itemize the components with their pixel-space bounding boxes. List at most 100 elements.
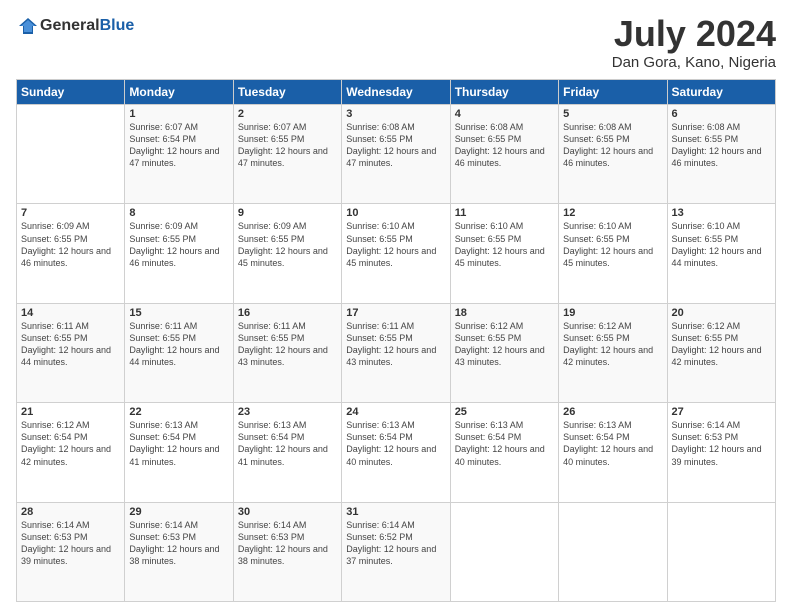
calendar-cell: 11Sunrise: 6:10 AMSunset: 6:55 PMDayligh… — [450, 204, 558, 303]
calendar-cell: 28Sunrise: 6:14 AMSunset: 6:53 PMDayligh… — [17, 502, 125, 601]
day-number: 10 — [346, 207, 445, 219]
day-number: 8 — [129, 207, 228, 219]
day-info: Sunrise: 6:10 AMSunset: 6:55 PMDaylight:… — [455, 220, 554, 269]
col-tuesday: Tuesday — [233, 80, 341, 105]
day-info: Sunrise: 6:08 AMSunset: 6:55 PMDaylight:… — [672, 121, 771, 170]
calendar-cell: 21Sunrise: 6:12 AMSunset: 6:54 PMDayligh… — [17, 403, 125, 502]
day-number: 30 — [238, 506, 337, 518]
day-number: 18 — [455, 307, 554, 319]
calendar-cell: 3Sunrise: 6:08 AMSunset: 6:55 PMDaylight… — [342, 105, 450, 204]
calendar-week-row-5: 28Sunrise: 6:14 AMSunset: 6:53 PMDayligh… — [17, 502, 776, 601]
day-info: Sunrise: 6:12 AMSunset: 6:55 PMDaylight:… — [455, 320, 554, 369]
calendar-header-row: Sunday Monday Tuesday Wednesday Thursday… — [17, 80, 776, 105]
day-number: 7 — [21, 207, 120, 219]
calendar-week-row-2: 7Sunrise: 6:09 AMSunset: 6:55 PMDaylight… — [17, 204, 776, 303]
day-info: Sunrise: 6:13 AMSunset: 6:54 PMDaylight:… — [563, 419, 662, 468]
day-info: Sunrise: 6:11 AMSunset: 6:55 PMDaylight:… — [238, 320, 337, 369]
logo-general: General — [40, 17, 100, 34]
location: Dan Gora, Kano, Nigeria — [612, 54, 776, 71]
day-info: Sunrise: 6:09 AMSunset: 6:55 PMDaylight:… — [21, 220, 120, 269]
day-info: Sunrise: 6:11 AMSunset: 6:55 PMDaylight:… — [346, 320, 445, 369]
col-thursday: Thursday — [450, 80, 558, 105]
calendar-cell: 22Sunrise: 6:13 AMSunset: 6:54 PMDayligh… — [125, 403, 233, 502]
calendar-cell: 17Sunrise: 6:11 AMSunset: 6:55 PMDayligh… — [342, 303, 450, 402]
calendar-week-row-1: 1Sunrise: 6:07 AMSunset: 6:54 PMDaylight… — [17, 105, 776, 204]
day-info: Sunrise: 6:14 AMSunset: 6:53 PMDaylight:… — [21, 519, 120, 568]
calendar-week-row-4: 21Sunrise: 6:12 AMSunset: 6:54 PMDayligh… — [17, 403, 776, 502]
day-number: 4 — [455, 108, 554, 120]
calendar-cell: 8Sunrise: 6:09 AMSunset: 6:55 PMDaylight… — [125, 204, 233, 303]
logo-icon — [18, 16, 38, 36]
day-info: Sunrise: 6:07 AMSunset: 6:55 PMDaylight:… — [238, 121, 337, 170]
day-number: 5 — [563, 108, 662, 120]
day-number: 31 — [346, 506, 445, 518]
day-number: 22 — [129, 406, 228, 418]
day-info: Sunrise: 6:10 AMSunset: 6:55 PMDaylight:… — [672, 220, 771, 269]
day-number: 25 — [455, 406, 554, 418]
calendar-cell: 24Sunrise: 6:13 AMSunset: 6:54 PMDayligh… — [342, 403, 450, 502]
logo-blue: Blue — [100, 17, 135, 34]
day-info: Sunrise: 6:14 AMSunset: 6:53 PMDaylight:… — [238, 519, 337, 568]
calendar-cell: 14Sunrise: 6:11 AMSunset: 6:55 PMDayligh… — [17, 303, 125, 402]
day-info: Sunrise: 6:13 AMSunset: 6:54 PMDaylight:… — [455, 419, 554, 468]
calendar-cell: 25Sunrise: 6:13 AMSunset: 6:54 PMDayligh… — [450, 403, 558, 502]
day-number: 9 — [238, 207, 337, 219]
day-number: 29 — [129, 506, 228, 518]
calendar-cell: 7Sunrise: 6:09 AMSunset: 6:55 PMDaylight… — [17, 204, 125, 303]
calendar-cell: 16Sunrise: 6:11 AMSunset: 6:55 PMDayligh… — [233, 303, 341, 402]
day-number: 12 — [563, 207, 662, 219]
calendar-cell: 12Sunrise: 6:10 AMSunset: 6:55 PMDayligh… — [559, 204, 667, 303]
day-number: 3 — [346, 108, 445, 120]
day-number: 19 — [563, 307, 662, 319]
col-monday: Monday — [125, 80, 233, 105]
day-info: Sunrise: 6:13 AMSunset: 6:54 PMDaylight:… — [129, 419, 228, 468]
month-title: July 2024 — [612, 16, 776, 52]
calendar-cell: 18Sunrise: 6:12 AMSunset: 6:55 PMDayligh… — [450, 303, 558, 402]
day-number: 14 — [21, 307, 120, 319]
calendar-cell: 29Sunrise: 6:14 AMSunset: 6:53 PMDayligh… — [125, 502, 233, 601]
page-header: GeneralBlue July 2024 Dan Gora, Kano, Ni… — [16, 16, 776, 71]
day-number: 1 — [129, 108, 228, 120]
day-number: 27 — [672, 406, 771, 418]
day-number: 6 — [672, 108, 771, 120]
calendar-cell: 13Sunrise: 6:10 AMSunset: 6:55 PMDayligh… — [667, 204, 775, 303]
calendar-cell: 15Sunrise: 6:11 AMSunset: 6:55 PMDayligh… — [125, 303, 233, 402]
day-number: 26 — [563, 406, 662, 418]
calendar-cell: 4Sunrise: 6:08 AMSunset: 6:55 PMDaylight… — [450, 105, 558, 204]
day-info: Sunrise: 6:09 AMSunset: 6:55 PMDaylight:… — [129, 220, 228, 269]
calendar-cell: 5Sunrise: 6:08 AMSunset: 6:55 PMDaylight… — [559, 105, 667, 204]
day-number: 2 — [238, 108, 337, 120]
day-number: 16 — [238, 307, 337, 319]
day-info: Sunrise: 6:10 AMSunset: 6:55 PMDaylight:… — [346, 220, 445, 269]
calendar-cell — [559, 502, 667, 601]
col-sunday: Sunday — [17, 80, 125, 105]
day-info: Sunrise: 6:14 AMSunset: 6:53 PMDaylight:… — [129, 519, 228, 568]
day-info: Sunrise: 6:09 AMSunset: 6:55 PMDaylight:… — [238, 220, 337, 269]
day-info: Sunrise: 6:14 AMSunset: 6:53 PMDaylight:… — [672, 419, 771, 468]
calendar-cell — [667, 502, 775, 601]
day-number: 28 — [21, 506, 120, 518]
title-block: July 2024 Dan Gora, Kano, Nigeria — [612, 16, 776, 71]
day-number: 11 — [455, 207, 554, 219]
day-info: Sunrise: 6:11 AMSunset: 6:55 PMDaylight:… — [21, 320, 120, 369]
day-info: Sunrise: 6:08 AMSunset: 6:55 PMDaylight:… — [563, 121, 662, 170]
col-saturday: Saturday — [667, 80, 775, 105]
calendar-table: Sunday Monday Tuesday Wednesday Thursday… — [16, 79, 776, 602]
calendar-cell: 30Sunrise: 6:14 AMSunset: 6:53 PMDayligh… — [233, 502, 341, 601]
calendar-cell: 20Sunrise: 6:12 AMSunset: 6:55 PMDayligh… — [667, 303, 775, 402]
calendar-cell — [17, 105, 125, 204]
calendar-cell: 10Sunrise: 6:10 AMSunset: 6:55 PMDayligh… — [342, 204, 450, 303]
calendar-cell: 26Sunrise: 6:13 AMSunset: 6:54 PMDayligh… — [559, 403, 667, 502]
col-wednesday: Wednesday — [342, 80, 450, 105]
day-number: 17 — [346, 307, 445, 319]
day-info: Sunrise: 6:07 AMSunset: 6:54 PMDaylight:… — [129, 121, 228, 170]
day-number: 23 — [238, 406, 337, 418]
calendar-cell — [450, 502, 558, 601]
day-info: Sunrise: 6:12 AMSunset: 6:55 PMDaylight:… — [672, 320, 771, 369]
day-number: 21 — [21, 406, 120, 418]
calendar-cell: 31Sunrise: 6:14 AMSunset: 6:52 PMDayligh… — [342, 502, 450, 601]
day-info: Sunrise: 6:14 AMSunset: 6:52 PMDaylight:… — [346, 519, 445, 568]
day-info: Sunrise: 6:08 AMSunset: 6:55 PMDaylight:… — [346, 121, 445, 170]
day-info: Sunrise: 6:08 AMSunset: 6:55 PMDaylight:… — [455, 121, 554, 170]
day-info: Sunrise: 6:12 AMSunset: 6:55 PMDaylight:… — [563, 320, 662, 369]
